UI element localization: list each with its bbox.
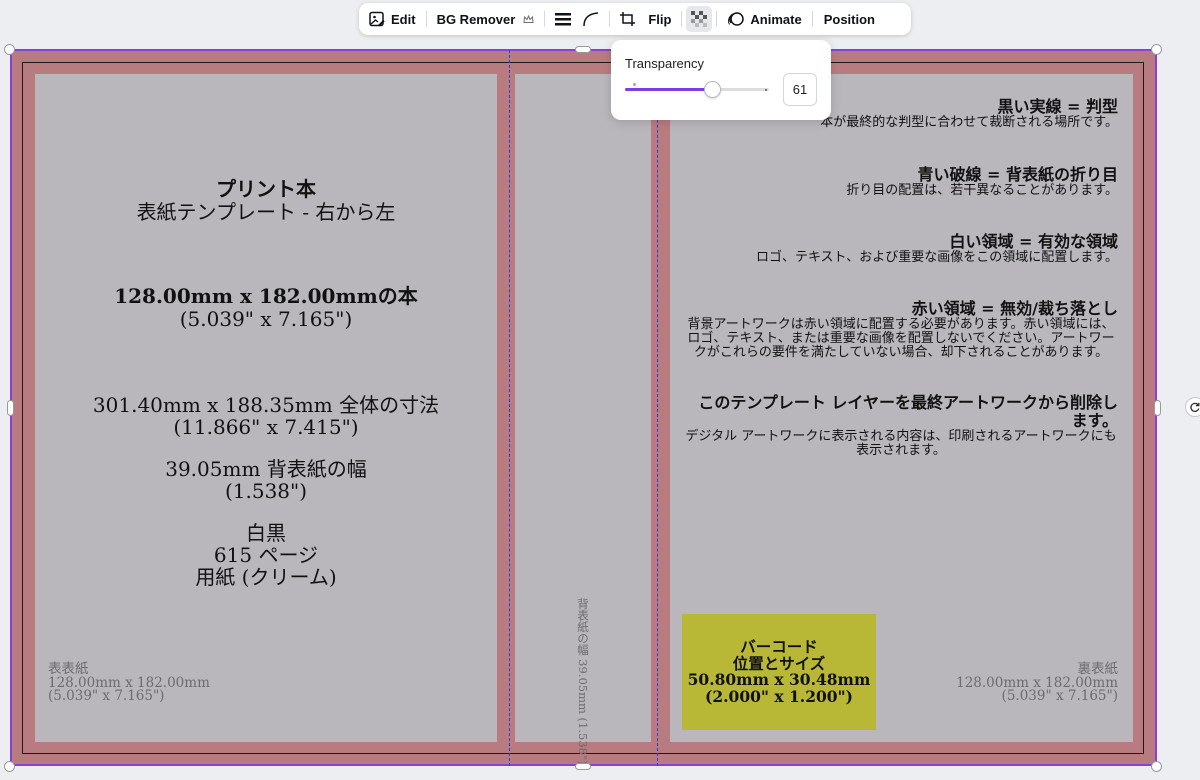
transparency-popover: Transparency 61 bbox=[611, 40, 831, 120]
front-heading: プリント本 表紙テンプレート - 右から左 bbox=[35, 178, 497, 224]
toolbar-divider bbox=[544, 11, 546, 27]
total-dimensions: 301.40mm x 188.35mm 全体の寸法 bbox=[92, 393, 440, 417]
corner-rounding-button[interactable] bbox=[577, 6, 605, 32]
crop-icon bbox=[619, 11, 637, 27]
rule-delete-desc: デジタル アートワークに表示される内容は、印刷されるアートワークにも表示されます… bbox=[685, 429, 1117, 458]
total-dimensions-inches: (11.866" x 7.415") bbox=[173, 415, 359, 439]
crop-button[interactable] bbox=[614, 6, 642, 32]
back-cover-label: 裏表紙 128.00mm x 182.00mm (5.039" x 7.165"… bbox=[956, 662, 1118, 704]
resize-handle-top[interactable] bbox=[575, 46, 591, 53]
rotate-icon bbox=[1190, 402, 1200, 412]
rule-bleed: 赤い領域 = 無効/裁ち落とし 背景アートワークは赤い領域に配置する必要がありま… bbox=[684, 300, 1118, 360]
rule-fold-desc: 折り目の配置は、若干異なることがあります。 bbox=[846, 183, 1118, 198]
transparency-slider[interactable] bbox=[625, 88, 769, 91]
front-cover-size-inches: (5.039" x 7.165") bbox=[48, 688, 165, 704]
bg-remover-label: BG Remover bbox=[436, 11, 516, 27]
spine-width-block: 39.05mm 背表紙の幅 (1.538") bbox=[35, 458, 497, 502]
line-weight-icon bbox=[554, 11, 572, 27]
position-button[interactable]: Position bbox=[817, 6, 882, 32]
color-mode: 白黒 bbox=[246, 521, 286, 545]
edit-button[interactable]: Edit bbox=[362, 6, 422, 32]
rule-delete-title: このテンプレート レイヤーを最終アートワークから削除します。 bbox=[698, 393, 1118, 430]
flip-button[interactable]: Flip bbox=[642, 6, 677, 32]
front-subtitle: 表紙テンプレート - 右から左 bbox=[136, 200, 396, 224]
back-cover-size-inches: (5.039" x 7.165") bbox=[1001, 688, 1118, 704]
rule-safe-area-title: 白い領域 = 有効な領域 bbox=[949, 232, 1118, 251]
toolbar-divider bbox=[681, 11, 683, 27]
position-label: Position bbox=[823, 11, 875, 27]
toolbar-divider bbox=[716, 11, 718, 27]
resize-handle-right[interactable] bbox=[1154, 400, 1161, 416]
slider-end-marker bbox=[765, 89, 767, 91]
resize-handle-top-right[interactable] bbox=[1151, 44, 1162, 55]
toolbar-divider bbox=[811, 11, 813, 27]
crown-icon bbox=[523, 14, 534, 24]
border-style-button[interactable] bbox=[549, 6, 577, 32]
rotate-handle[interactable] bbox=[1185, 397, 1200, 417]
book-size-block: 128.00mm x 182.00mmの本 (5.039" x 7.165") bbox=[35, 285, 497, 331]
transparency-slider-thumb[interactable] bbox=[704, 81, 721, 98]
image-edit-icon bbox=[368, 10, 386, 28]
spine-width-inches: (1.538") bbox=[224, 479, 308, 503]
toolbar-divider bbox=[425, 11, 427, 27]
barcode-size-inches: (2.000" x 1.200") bbox=[705, 686, 853, 706]
resize-handle-top-left[interactable] bbox=[4, 44, 15, 55]
barcode-area: バーコード 位置とサイズ 50.80mm x 30.48mm (2.000" x… bbox=[682, 614, 876, 730]
book-size: 128.00mm x 182.00mmの本 bbox=[114, 284, 418, 308]
total-dimensions-block: 301.40mm x 188.35mm 全体の寸法 (11.866" x 7.4… bbox=[35, 394, 497, 438]
spine-fold-line-right bbox=[657, 50, 658, 766]
paper-type: 用紙 (クリーム) bbox=[195, 565, 337, 589]
rule-bleed-desc: 背景アートワークは赤い領域に配置する必要があります。赤い領域には、ロゴ、テキスト… bbox=[687, 317, 1115, 360]
book-size-inches: (5.039" x 7.165") bbox=[179, 307, 353, 331]
animate-icon bbox=[727, 11, 745, 27]
rule-fold-title: 青い破線 = 背表紙の折り目 bbox=[917, 165, 1118, 184]
transparency-value-input[interactable]: 61 bbox=[783, 73, 817, 106]
transparency-label: Transparency bbox=[625, 56, 704, 71]
rule-bleed-title: 赤い領域 = 無効/裁ち落とし bbox=[911, 299, 1118, 318]
resize-handle-bottom-left[interactable] bbox=[4, 761, 15, 772]
element-toolbar: Edit BG Remover Flip Animate Position bbox=[359, 3, 911, 35]
paper-info-block: 白黒 615 ページ 用紙 (クリーム) bbox=[35, 522, 497, 588]
resize-handle-bottom-right[interactable] bbox=[1151, 761, 1162, 772]
front-title: プリント本 bbox=[216, 177, 316, 201]
spine-width-label: 背表紙の幅 39.05mm (1.538") bbox=[576, 598, 590, 765]
rule-safe-area-desc: ロゴ、テキスト、および重要な画像をこの領域に配置します。 bbox=[755, 250, 1118, 265]
resize-handle-bottom[interactable] bbox=[575, 763, 591, 770]
transparency-button[interactable] bbox=[686, 6, 713, 32]
animate-button[interactable]: Animate bbox=[721, 6, 807, 32]
page-count: 615 ページ bbox=[213, 543, 319, 567]
spine-fold-line-left bbox=[509, 50, 510, 766]
spine-width: 39.05mm 背表紙の幅 bbox=[165, 457, 367, 481]
flip-label: Flip bbox=[648, 11, 672, 27]
corner-rounding-icon bbox=[582, 11, 600, 27]
resize-handle-left[interactable] bbox=[7, 400, 14, 416]
rule-delete-layer: このテンプレート レイヤーを最終アートワークから削除します。 デジタル アートワ… bbox=[684, 394, 1118, 458]
rule-safe-area: 白い領域 = 有効な領域 ロゴ、テキスト、および重要な画像をこの領域に配置します… bbox=[698, 233, 1118, 265]
transparency-checker-icon bbox=[691, 11, 708, 27]
slider-start-marker bbox=[633, 83, 636, 86]
front-cover-label: 表表紙 128.00mm x 182.00mm (5.039" x 7.165"… bbox=[48, 662, 210, 704]
bg-remover-button[interactable]: BG Remover bbox=[431, 6, 541, 32]
transparency-slider-fill bbox=[625, 88, 713, 91]
rule-fold: 青い破線 = 背表紙の折り目 折り目の配置は、若干異なることがあります。 bbox=[718, 166, 1118, 198]
animate-label: Animate bbox=[750, 11, 802, 27]
toolbar-divider bbox=[609, 11, 611, 27]
edit-label: Edit bbox=[391, 11, 416, 27]
